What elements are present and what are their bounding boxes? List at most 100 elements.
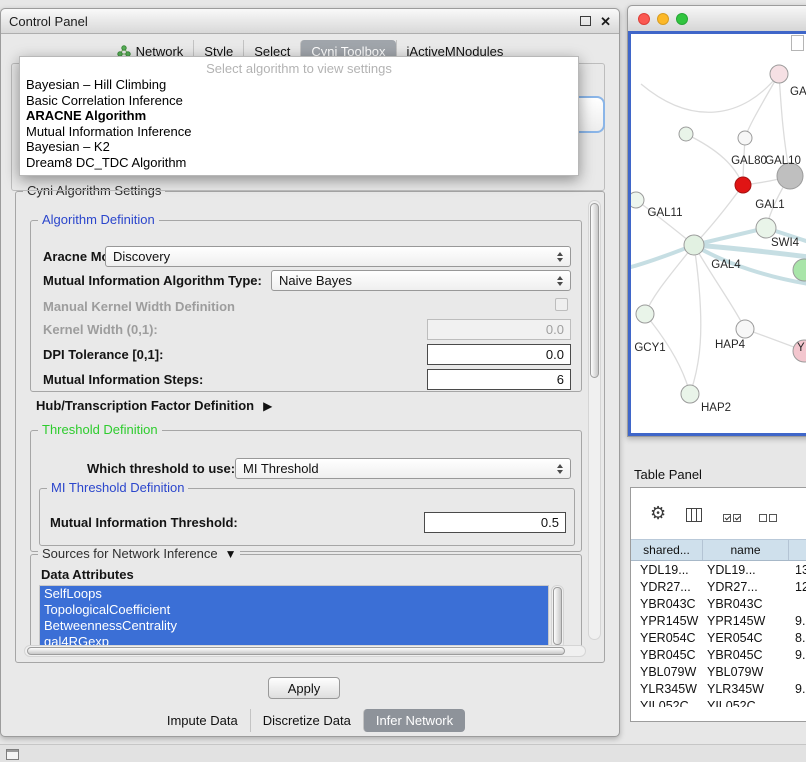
which-threshold-select[interactable]: MI Threshold [235, 458, 571, 479]
table-cell: 9. [789, 648, 806, 662]
node-pink-top[interactable] [770, 65, 788, 83]
cyni-algorithm-settings-panel: Cyni Algorithm Settings Algorithm Defini… [15, 191, 605, 663]
bottom-dock-strip [0, 744, 806, 762]
attribute-item[interactable]: TopologicalCoefficient [40, 602, 548, 618]
node-hap2[interactable] [681, 385, 699, 403]
stepper-icon [557, 252, 563, 262]
table-row[interactable]: YIL052C YIL052C [631, 697, 806, 707]
settings-vertical-scrollbar[interactable] [588, 200, 601, 640]
float-window-icon[interactable] [580, 16, 591, 26]
table-row[interactable]: YPR145W YPR145W 9. [631, 612, 806, 629]
mi-algorithm-type-select[interactable]: Naive Bayes [271, 270, 571, 291]
scrollbar-thumb[interactable] [27, 647, 565, 655]
table-row[interactable]: YER054C YER054C 8. [631, 629, 806, 646]
manual-kernel-width-checkbox[interactable] [555, 298, 568, 311]
table-cell: 9. [789, 682, 806, 696]
mi-steps-field[interactable]: 6 [427, 369, 571, 390]
node-gal1[interactable] [756, 218, 776, 238]
dpi-tolerance-field[interactable]: 0.0 [427, 344, 571, 365]
node-label: HAP4 [715, 339, 746, 351]
kernel-width-field[interactable]: 0.0 [427, 319, 571, 340]
close-traffic-light[interactable] [638, 13, 650, 25]
dpi-tolerance-label: DPI Tolerance [0,1]: [43, 347, 163, 362]
deselect-all-rows-icon[interactable] [759, 514, 777, 522]
aracne-mode-value: Discovery [113, 249, 170, 264]
table-row[interactable]: YBR045C YBR045C 9. [631, 646, 806, 663]
network-window-titlebar[interactable] [628, 6, 806, 32]
node-gcy1[interactable] [636, 305, 654, 323]
scrollbar-thumb[interactable] [553, 587, 562, 645]
mi-algorithm-type-value: Naive Bayes [279, 273, 352, 288]
node-label: Y [797, 342, 805, 354]
table-cell: YER054C [703, 631, 789, 645]
aracne-mode-select[interactable]: Discovery [105, 246, 571, 267]
data-attributes-list: SelfLoops TopologicalCoefficient Between… [39, 585, 549, 649]
expanded-arrow-icon[interactable]: ▼ [225, 547, 237, 561]
settings-horizontal-scrollbar[interactable] [24, 645, 586, 657]
node-white-small[interactable] [738, 131, 752, 145]
dropdown-option[interactable]: Bayesian – Hill Climbing [20, 77, 578, 93]
table-cell: 12 [789, 580, 806, 594]
minimize-traffic-light[interactable] [657, 13, 669, 25]
stepper-icon [557, 276, 563, 286]
attribute-item[interactable]: SelfLoops [40, 586, 548, 602]
table-cell: YBR045C [703, 648, 789, 662]
tab-discretize-data[interactable]: Discretize Data [250, 709, 363, 732]
minimized-panel-icon[interactable] [6, 749, 19, 760]
node-label: GAL11 [648, 207, 683, 219]
birdseye-toggle[interactable] [791, 35, 804, 51]
table-body: YDL19... YDL19... 13 YDR27... YDR27... 1… [631, 561, 806, 707]
close-window-icon[interactable]: ✕ [600, 15, 611, 28]
stepper-icon [557, 464, 563, 474]
node-label: SWI4 [771, 237, 800, 249]
node-label: GAL7 [790, 86, 806, 98]
table-cell: YBL079W [631, 665, 703, 679]
tab-infer-network[interactable]: Infer Network [363, 709, 465, 732]
table-row[interactable]: YDL19... YDL19... 13 [631, 561, 806, 578]
zoom-traffic-light[interactable] [676, 13, 688, 25]
node-swi4-green[interactable] [793, 259, 806, 281]
checked-box-icon [723, 514, 731, 522]
dropdown-option[interactable]: Basic Correlation Inference [20, 93, 578, 109]
tab-impute-data[interactable]: Impute Data [155, 709, 250, 732]
table-row[interactable]: YDR27... YDR27... 12 [631, 578, 806, 595]
control-panel-titlebar[interactable]: Control Panel ✕ [1, 9, 619, 34]
network-graph[interactable]: GAL7 GAL80 GAL10 GAL11 GAL1 SWI4 GAL4 GC… [631, 34, 806, 436]
table-row[interactable]: YLR345W YLR345W 9. [631, 680, 806, 697]
select-all-rows-icon[interactable] [723, 514, 741, 522]
hub-definition-expander[interactable]: Hub/Transcription Factor Definition ▶ [36, 398, 272, 413]
table-cell: YLR345W [631, 682, 703, 696]
node-hap4[interactable] [736, 320, 754, 338]
table-cell: YER054C [631, 631, 703, 645]
unchecked-box-icon [759, 514, 767, 522]
table-row[interactable]: YBR043C YBR043C [631, 595, 806, 612]
node-gal4[interactable] [684, 235, 704, 255]
hub-definition-label: Hub/Transcription Factor Definition [36, 398, 254, 413]
table-cell: YDL19... [703, 563, 789, 577]
table-cell: YBR043C [631, 597, 703, 611]
table-row[interactable]: YBL079W YBL079W [631, 663, 806, 680]
gear-icon[interactable]: ⚙ [650, 504, 666, 522]
attributes-list-scrollbar[interactable] [551, 585, 564, 649]
dropdown-option-selected[interactable]: ARACNE Algorithm [20, 108, 578, 124]
threshold-definition-group: Threshold Definition Which threshold to … [30, 430, 582, 552]
node-gal11[interactable] [631, 192, 644, 208]
attribute-item[interactable]: BetweennessCentrality [40, 618, 548, 634]
dropdown-option[interactable]: Bayesian – K2 [20, 139, 578, 155]
columns-icon[interactable] [686, 508, 702, 522]
column-header-partial[interactable] [789, 540, 806, 560]
column-header-name[interactable]: name [703, 540, 789, 560]
dropdown-option[interactable]: Mutual Information Inference [20, 124, 578, 140]
mi-algorithm-type-label: Mutual Information Algorithm Type: [43, 273, 262, 288]
column-header-shared-name[interactable]: shared... [631, 540, 703, 560]
dropdown-option[interactable]: Dream8 DC_TDC Algorithm [20, 155, 578, 171]
scrollbar-thumb[interactable] [590, 203, 599, 378]
table-cell: 9. [789, 614, 806, 628]
node-gal80-red[interactable] [735, 177, 751, 193]
table-cell: 8. [789, 631, 806, 645]
apply-button[interactable]: Apply [268, 677, 340, 699]
network-canvas[interactable]: GAL7 GAL80 GAL10 GAL11 GAL1 SWI4 GAL4 GC… [628, 31, 806, 436]
table-panel-label: Table Panel [634, 467, 702, 482]
node-green-small[interactable] [679, 127, 693, 141]
mi-threshold-field[interactable]: 0.5 [424, 512, 566, 533]
